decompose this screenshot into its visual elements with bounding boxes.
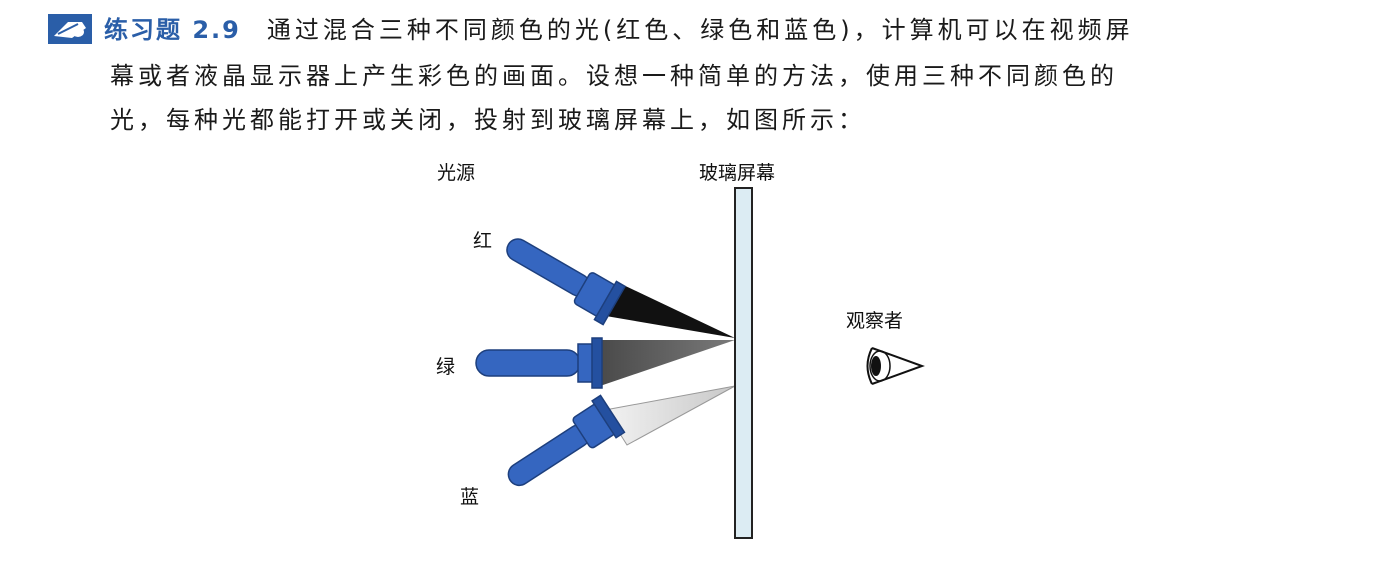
glass-screen-label: 玻璃屏幕 <box>699 162 776 184</box>
green-light-beam <box>600 340 735 386</box>
glass-screen <box>734 187 753 539</box>
blue-light-label: 蓝 <box>460 486 480 508</box>
light-mixing-figure: 光源 玻璃屏幕 红 绿 蓝 观察者 <box>0 0 1380 563</box>
red-flashlight <box>506 238 627 326</box>
green-light-label: 绿 <box>436 356 456 378</box>
blue-flashlight <box>507 394 626 487</box>
eye-icon <box>866 347 925 385</box>
observer-label: 观察者 <box>846 310 904 332</box>
light-source-label: 光源 <box>437 162 476 184</box>
green-flashlight <box>475 337 603 389</box>
red-light-label: 红 <box>473 230 493 252</box>
blue-light-beam <box>604 385 736 446</box>
